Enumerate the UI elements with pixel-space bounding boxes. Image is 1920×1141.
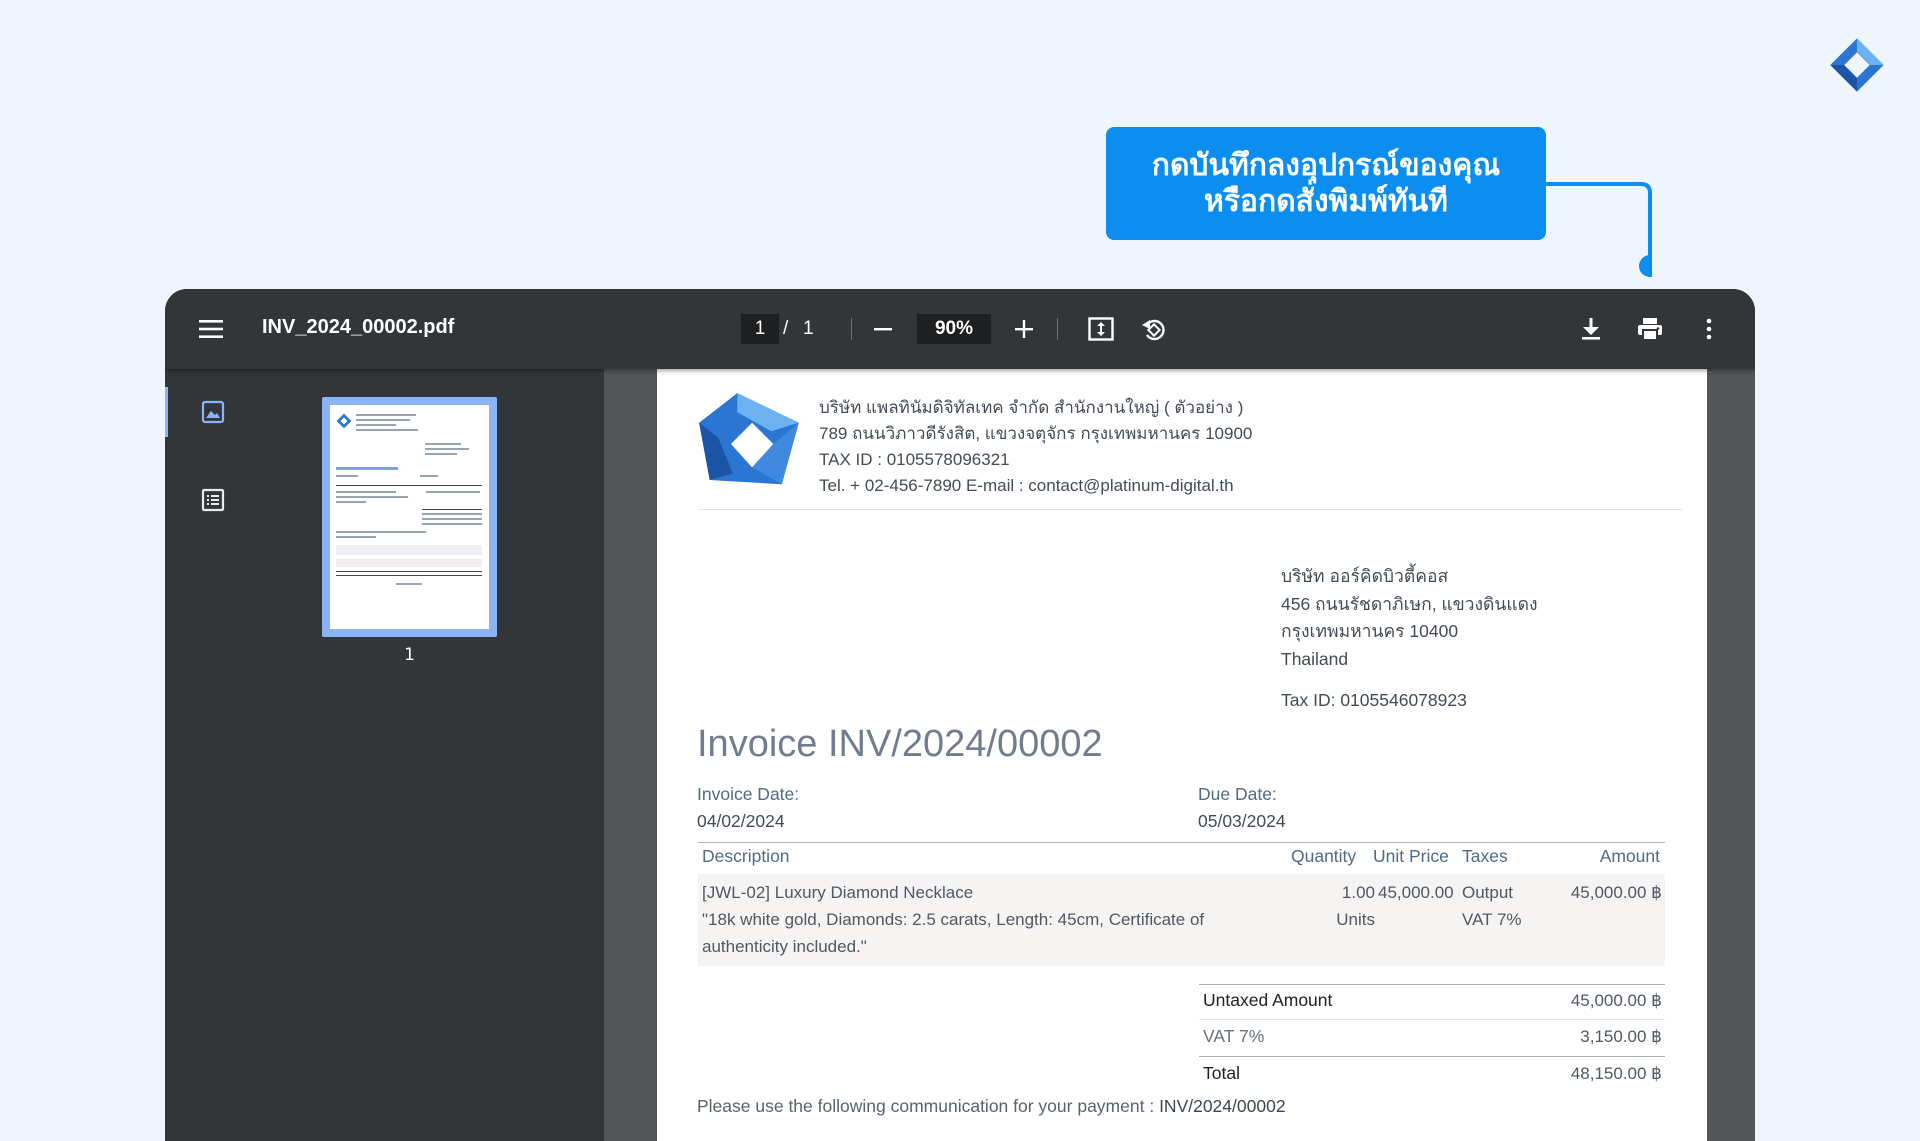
outline-tab[interactable]: [195, 482, 231, 518]
customer-address-2: กรุงเทพมหานคร 10400: [1281, 621, 1459, 641]
customer-tax-id: Tax ID: 0105546078923: [1281, 690, 1467, 710]
download-icon: [1582, 318, 1600, 340]
total-amount: 48,150.00 ฿: [1570, 1064, 1662, 1083]
payment-reference: INV/2024/00002: [1159, 1096, 1286, 1116]
callout-line-2: หรือกดสั่งพิมพ์ทันที: [1204, 183, 1448, 219]
page-number-input[interactable]: 1: [741, 314, 779, 344]
thumbnail-logo: [336, 413, 352, 429]
company-info: บริษัท แพลทินัมดิจิทัลเทค จำกัด สำนักงาน…: [819, 395, 1252, 499]
page-thumbnail[interactable]: [322, 397, 497, 637]
line-detail-1: "18k white gold, Diamonds: 2.5 carats, L…: [702, 910, 1205, 929]
untaxed-label: Untaxed Amount: [1203, 990, 1333, 1010]
line-quantity: 1.00 Units: [1321, 879, 1375, 933]
col-unit-price: Unit Price: [1373, 846, 1449, 866]
zoom-out-button[interactable]: [865, 311, 901, 347]
more-vertical-icon: [1706, 318, 1712, 340]
company-name: บริษัท แพลทินัมดิจิทัลเทค จำกัด สำนักงาน…: [819, 398, 1244, 417]
toolbar-divider: [851, 318, 852, 340]
vat-label: VAT 7%: [1203, 1026, 1265, 1046]
zoom-level-input[interactable]: 90%: [917, 314, 991, 344]
line-detail-2: authenticity included.": [702, 937, 867, 956]
download-button[interactable]: [1573, 311, 1609, 347]
company-address: 789 ถนนวิภาวดีรังสิต, แขวงจตุจักร กรุงเท…: [819, 424, 1253, 443]
company-contact: Tel. + 02-456-7890 E-mail : contact@plat…: [819, 476, 1234, 495]
thumbnail-sidebar: 1: [165, 369, 604, 1141]
toolbar-divider: [1057, 318, 1058, 340]
line-description: [JWL-02] Luxury Diamond Necklace "18k wh…: [702, 879, 1204, 960]
line-product: [JWL-02] Luxury Diamond Necklace: [702, 883, 974, 902]
payment-note-text: Please use the following communication f…: [697, 1096, 1155, 1116]
line-unit-price: 45,000.00: [1378, 883, 1454, 902]
line-taxes: Output VAT 7%: [1462, 879, 1522, 933]
invoice-date-label: Invoice Date:: [697, 784, 800, 804]
customer-address-1: 456 ถนนรัชดาภิเษก, แขวงดินแดง: [1281, 593, 1538, 614]
payment-note: Please use the following communication f…: [697, 1096, 1286, 1117]
brand-logo: [1830, 38, 1884, 92]
callout-connector: [1546, 182, 1652, 277]
totals-rule: [1199, 1056, 1665, 1057]
vat-amount: 3,150.00 ฿: [1580, 1027, 1662, 1046]
more-options-button[interactable]: [1691, 311, 1727, 347]
pdf-viewer: INV_2024_00002.pdf 1 / 1 90% 1 บริษัท แพ…: [165, 289, 1755, 1141]
fit-to-page-button[interactable]: [1083, 311, 1119, 347]
print-button[interactable]: [1632, 311, 1668, 347]
active-tab-indicator: [165, 387, 168, 437]
col-quantity: Quantity: [1291, 846, 1357, 866]
line-tax-2: VAT 7%: [1462, 910, 1522, 929]
callout-line-1: กดบันทึกลงอุปกรณ์ของคุณ: [1151, 147, 1501, 183]
file-name: INV_2024_00002.pdf: [262, 316, 455, 338]
page-total: 1: [803, 318, 814, 339]
thumbnail-page-number: 1: [404, 645, 415, 665]
due-date: 05/03/2024: [1198, 811, 1286, 831]
customer-name: บริษัท ออร์คิดบิวตี้คอส: [1281, 566, 1449, 586]
col-description: Description: [702, 846, 790, 866]
minus-icon: [874, 328, 892, 331]
image-icon: [201, 400, 225, 424]
total-label: Total: [1203, 1063, 1240, 1083]
menu-button[interactable]: [193, 311, 229, 347]
customer-info: บริษัท ออร์คิดบิวตี้คอส 456 ถนนรัชดาภิเษ…: [1281, 563, 1538, 673]
thumbnail-page-preview: [330, 405, 489, 629]
viewer-toolbar: INV_2024_00002.pdf 1 / 1 90%: [165, 289, 1755, 369]
totals-rule: [1199, 1019, 1665, 1020]
list-icon: [201, 488, 225, 512]
due-date-label: Due Date:: [1198, 784, 1277, 804]
header-divider: [698, 509, 1682, 510]
company-logo: [699, 393, 799, 485]
line-qty-unit: Units: [1336, 910, 1375, 929]
col-amount: Amount: [1599, 846, 1660, 866]
untaxed-amount: 45,000.00 ฿: [1570, 991, 1662, 1010]
customer-country: Thailand: [1281, 648, 1349, 669]
callout-bubble: กดบันทึกลงอุปกรณ์ของคุณ หรือกดสั่งพิมพ์ท…: [1106, 127, 1546, 240]
invoice-date: 04/02/2024: [697, 811, 785, 831]
rotate-icon: [1142, 319, 1165, 341]
invoice-title: Invoice INV/2024/00002: [697, 723, 1103, 765]
invoice-page: บริษัท แพลทินัมดิจิทัลเทค จำกัด สำนักงาน…: [657, 369, 1707, 1141]
document-area: บริษัท แพลทินัมดิจิทัลเทค จำกัด สำนักงาน…: [604, 369, 1755, 1141]
line-tax-1: Output: [1462, 883, 1514, 902]
table-top-rule: [698, 842, 1665, 843]
printer-icon: [1638, 318, 1662, 341]
totals-top-rule: [1199, 984, 1665, 985]
fit-page-icon: [1088, 317, 1114, 341]
col-taxes: Taxes: [1462, 846, 1508, 866]
line-qty-value: 1.00: [1341, 883, 1375, 902]
plus-icon: [1015, 320, 1033, 338]
zoom-in-button[interactable]: [1006, 311, 1042, 347]
thumbnails-tab[interactable]: [195, 394, 231, 430]
company-tax-id: TAX ID : 0105578096321: [819, 450, 1010, 469]
rotate-button[interactable]: [1136, 311, 1172, 347]
page-separator: /: [783, 318, 789, 339]
hamburger-icon: [199, 320, 223, 338]
line-amount: 45,000.00 ฿: [1570, 883, 1662, 902]
